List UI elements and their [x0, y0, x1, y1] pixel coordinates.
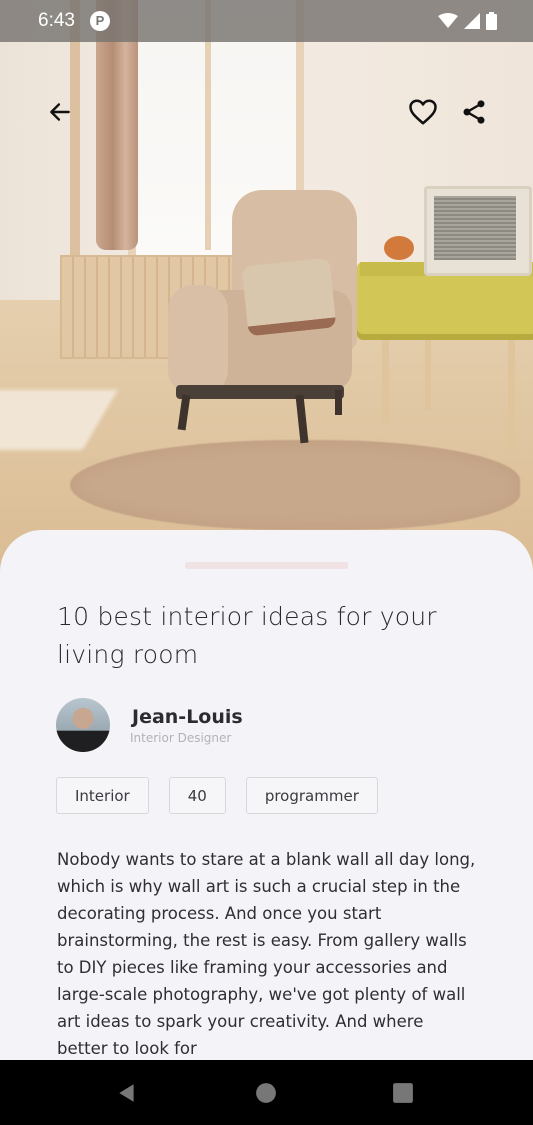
nav-recents-button[interactable] — [390, 1080, 416, 1106]
article-sheet[interactable]: 10 best interior ideas for your living r… — [0, 530, 533, 1090]
tag-list: Interior 40 programmer — [56, 777, 378, 814]
nav-back-icon — [119, 1084, 134, 1102]
share-icon — [463, 100, 485, 124]
nav-recents-icon — [393, 1083, 413, 1103]
signal-icon — [464, 13, 480, 29]
battery-icon — [486, 12, 497, 30]
hero-image — [0, 0, 533, 590]
arrow-left-icon — [50, 103, 70, 121]
article-title: 10 best interior ideas for your living r… — [57, 602, 437, 669]
tag-chip[interactable]: Interior — [56, 777, 149, 814]
favorite-button[interactable] — [407, 96, 439, 128]
nav-back-button[interactable] — [114, 1080, 140, 1106]
status-bar: 6:43 P — [0, 0, 533, 42]
nav-home-button[interactable] — [253, 1080, 279, 1106]
drag-handle[interactable] — [185, 562, 348, 569]
heart-outline-icon — [409, 99, 437, 125]
article-body: Nobody wants to stare at a blank wall al… — [57, 850, 476, 1058]
navigation-bar — [0, 1060, 533, 1125]
share-button[interactable] — [458, 96, 490, 128]
author-avatar[interactable] — [56, 698, 110, 752]
tag-chip[interactable]: programmer — [245, 777, 378, 814]
author-role: Interior Designer — [130, 731, 232, 745]
app-notification-icon: P — [90, 11, 110, 31]
tag-chip[interactable]: 40 — [168, 777, 226, 814]
status-time: 6:43 — [38, 10, 75, 31]
author-name[interactable]: Jean-Louis — [132, 706, 243, 728]
nav-home-icon — [256, 1083, 276, 1103]
wifi-icon — [438, 13, 458, 28]
back-button[interactable] — [44, 96, 76, 128]
